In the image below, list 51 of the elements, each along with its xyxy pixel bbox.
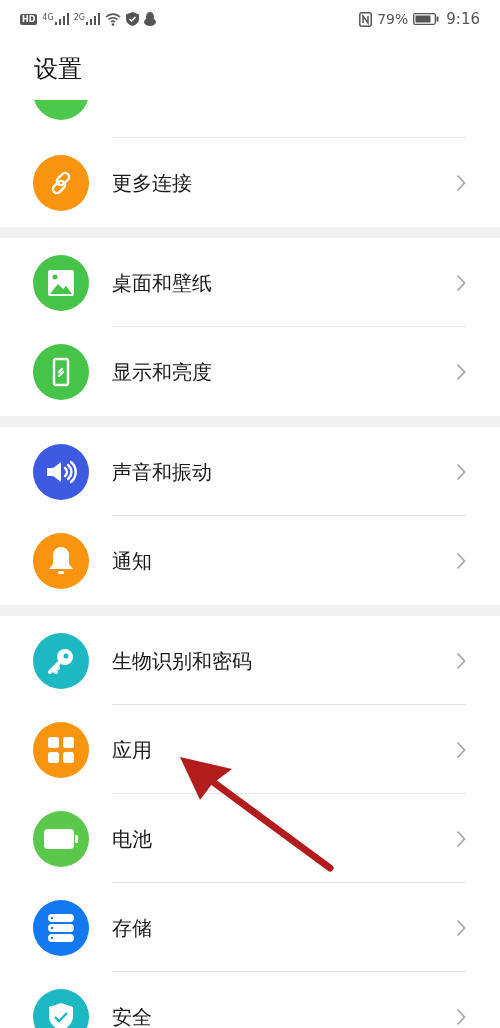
battery-percent: 79% bbox=[377, 9, 409, 29]
signal-icon bbox=[85, 13, 100, 25]
chevron-right-icon bbox=[456, 273, 466, 292]
item-label: 声音和振动 bbox=[112, 458, 212, 486]
chevron-right-icon bbox=[456, 462, 466, 481]
key-icon bbox=[47, 646, 75, 675]
clock: 9:16 bbox=[446, 8, 480, 30]
battery-icon bbox=[44, 828, 78, 849]
settings-item[interactable]: 声音和振动 bbox=[0, 427, 500, 516]
chevron-right-icon bbox=[456, 362, 466, 381]
shield-check-icon bbox=[49, 1002, 73, 1028]
item-label: 生物识别和密码 bbox=[112, 647, 252, 675]
settings-item[interactable]: 更多连接 bbox=[0, 138, 500, 227]
item-label: 安全 bbox=[112, 1003, 152, 1028]
penguin-icon bbox=[143, 12, 156, 26]
hd-badge: HD bbox=[20, 13, 38, 25]
wifi-icon bbox=[104, 12, 121, 26]
battery-icon bbox=[413, 13, 440, 25]
signal-icon bbox=[54, 13, 69, 25]
item-label: 电池 bbox=[112, 825, 152, 853]
phone-icon bbox=[52, 356, 70, 387]
settings-item[interactable]: 电池 bbox=[0, 794, 500, 883]
settings-item[interactable]: 存储 bbox=[0, 883, 500, 972]
item-label: 应用 bbox=[112, 736, 152, 764]
app-grid-icon bbox=[48, 736, 74, 763]
shield-check-icon bbox=[125, 12, 139, 26]
item-label: 显示和亮度 bbox=[112, 358, 212, 386]
settings-item[interactable]: 安全 bbox=[0, 972, 500, 1028]
image-icon bbox=[47, 268, 75, 297]
page-title: 设置 bbox=[34, 54, 82, 85]
chevron-right-icon bbox=[456, 173, 466, 192]
chevron-right-icon bbox=[456, 740, 466, 759]
storage-icon bbox=[48, 913, 74, 942]
settings-item[interactable]: 显示和亮度 bbox=[0, 327, 500, 416]
chevron-right-icon bbox=[456, 829, 466, 848]
network-type-label: 2G bbox=[73, 13, 85, 22]
item-label: 通知 bbox=[112, 547, 152, 575]
chevron-right-icon bbox=[456, 1007, 466, 1026]
settings-item[interactable]: 桌面和壁纸 bbox=[0, 238, 500, 327]
settings-item[interactable]: 通知 bbox=[0, 516, 500, 605]
nfc-icon bbox=[359, 11, 373, 27]
item-label: 存储 bbox=[112, 914, 152, 942]
settings-item[interactable]: 生物识别和密码 bbox=[0, 616, 500, 705]
network-type-label: 4G bbox=[42, 13, 54, 22]
chevron-right-icon bbox=[456, 651, 466, 670]
item-label: 更多连接 bbox=[112, 169, 192, 197]
speaker-icon bbox=[45, 459, 77, 484]
item-label: 桌面和壁纸 bbox=[112, 269, 212, 297]
chevron-right-icon bbox=[456, 918, 466, 937]
bell-icon bbox=[48, 545, 74, 576]
chevron-right-icon bbox=[456, 551, 466, 570]
